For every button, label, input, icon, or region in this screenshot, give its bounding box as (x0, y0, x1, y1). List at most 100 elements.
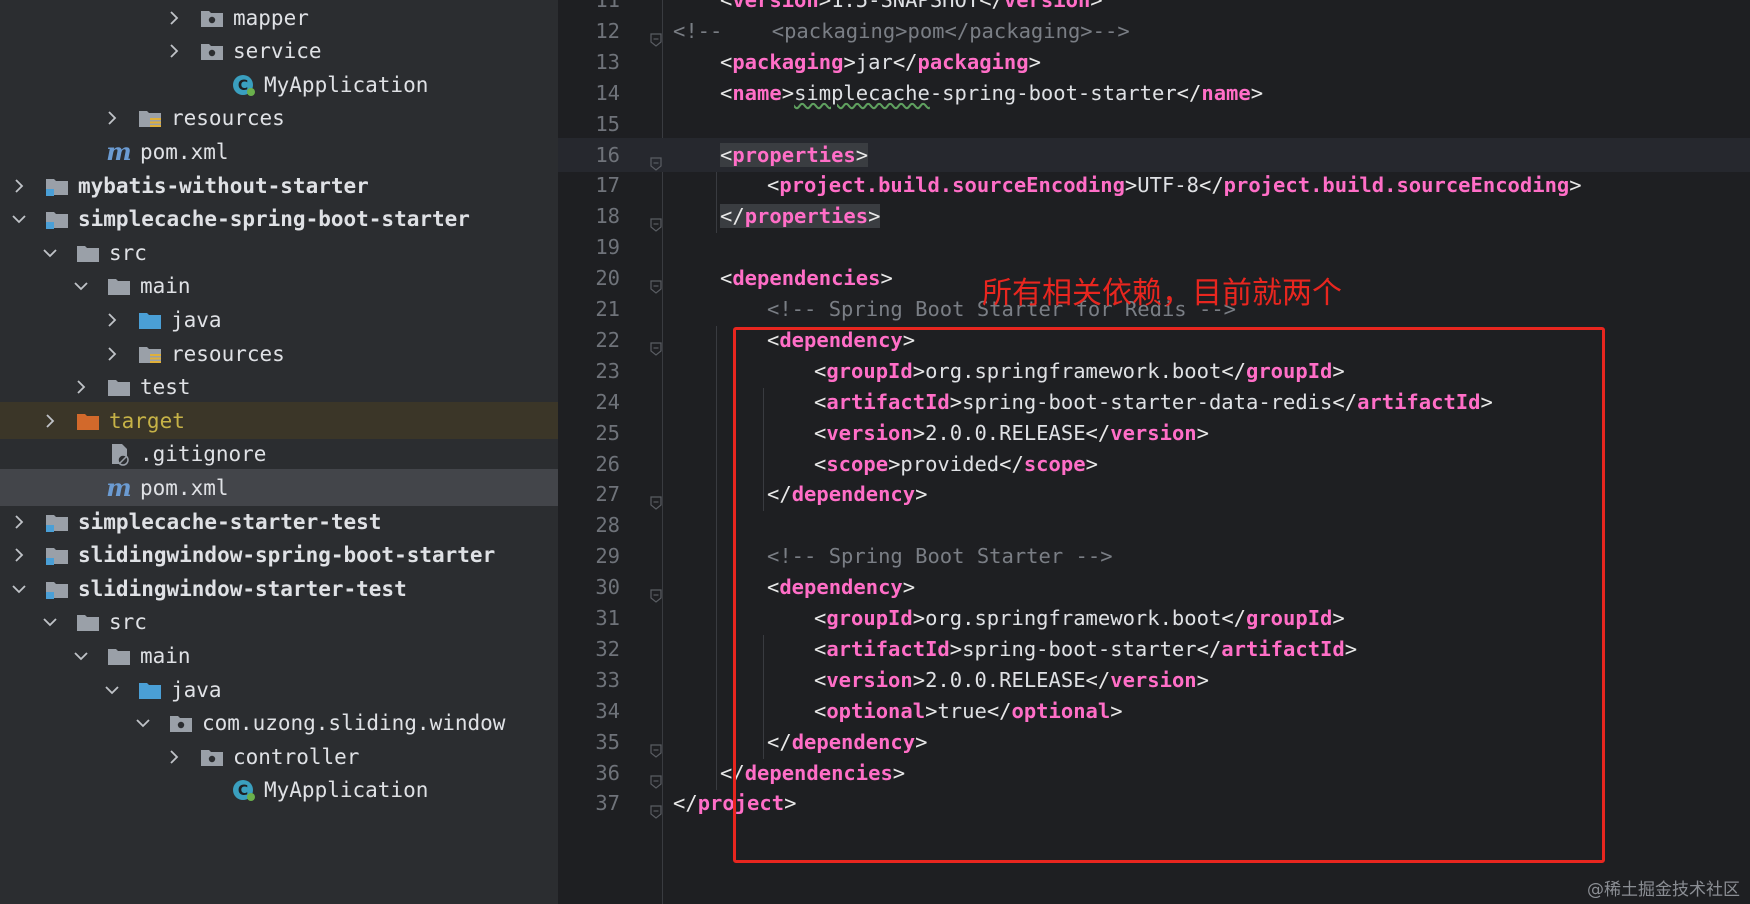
spring-class-icon: C (230, 73, 256, 97)
chevron-down-icon[interactable] (8, 208, 30, 230)
fold-marker-icon[interactable] (650, 765, 662, 789)
fold-marker-icon[interactable] (650, 486, 662, 511)
chevron-down-icon[interactable] (39, 611, 61, 633)
line-number: 23 (595, 358, 620, 383)
fold-marker-icon[interactable] (650, 208, 662, 233)
fold-marker-icon[interactable] (650, 147, 662, 171)
chevron-right-icon[interactable] (101, 309, 123, 331)
tree-row[interactable]: java (0, 671, 558, 708)
tree-row-label: slidingwindow-starter-test (78, 576, 407, 601)
code-line[interactable]: 12 <!-- <packaging>pom</packaging>--> (558, 14, 1750, 48)
chevron-right-icon[interactable] (8, 511, 30, 533)
code-text[interactable]: <name>simplecache-spring-boot-starter</n… (720, 76, 1263, 110)
tree-row[interactable]: test (0, 369, 558, 406)
tree-row[interactable]: simplecache-spring-boot-starter (0, 201, 558, 238)
chevron-down-icon[interactable] (70, 275, 92, 297)
line-number: 14 (595, 80, 620, 105)
package-icon (199, 745, 225, 769)
line-number: 24 (595, 389, 620, 414)
tree-row[interactable]: resources (0, 100, 558, 137)
code-line[interactable]: 14 <name>simplecache-spring-boot-starter<… (558, 76, 1750, 110)
line-number: 26 (595, 451, 620, 476)
tree-row-label: mybatis-without-starter (78, 173, 369, 198)
code-text[interactable]: </properties> (720, 199, 881, 233)
tree-row-label: main (140, 274, 191, 299)
line-number: 25 (595, 420, 620, 445)
tree-row[interactable]: mapper (0, 0, 558, 36)
tree-row-label: controller (233, 744, 360, 769)
chevron-right-icon[interactable] (39, 410, 61, 432)
tree-row[interactable]: src (0, 604, 558, 641)
tree-row[interactable]: main (0, 268, 558, 305)
watermark: @稀土掘金技术社区 (1587, 880, 1740, 900)
tree-row[interactable]: simplecache-starter-test (0, 503, 558, 540)
line-number: 36 (595, 760, 620, 785)
line-number: 19 (595, 235, 620, 260)
code-line[interactable]: 18 </properties> (558, 199, 1750, 233)
resources-folder-icon (137, 106, 163, 130)
tree-row[interactable]: slidingwindow-spring-boot-starter (0, 537, 558, 574)
code-text[interactable]: <project.build.sourceEncoding>UTF-8</pro… (767, 168, 1582, 202)
chevron-right-icon[interactable] (163, 746, 185, 768)
chevron-down-icon[interactable] (101, 679, 123, 701)
chevron-down-icon[interactable] (8, 578, 30, 600)
code-text[interactable]: <properties> (720, 138, 869, 172)
fold-marker-icon[interactable] (650, 23, 662, 47)
tree-row[interactable]: m pom.xml (0, 469, 558, 507)
tree-row-label: slidingwindow-spring-boot-starter (78, 543, 496, 568)
code-text[interactable]: <!-- <packaging>pom</packaging>--> (673, 14, 1130, 48)
code-line[interactable]: 13 <packaging>jar</packaging> (558, 45, 1750, 79)
tree-row[interactable]: target (0, 402, 558, 440)
package-icon (199, 39, 225, 63)
chevron-right-icon[interactable] (101, 343, 123, 365)
folder-icon (106, 644, 132, 668)
fold-marker-icon[interactable] (650, 795, 662, 820)
spring-class-icon: C (230, 778, 256, 802)
chevron-right-icon[interactable] (101, 107, 123, 129)
code-line[interactable]: 16 <properties> (558, 137, 1750, 172)
tree-row-label: MyApplication (264, 778, 429, 803)
chevron-right-icon[interactable] (163, 7, 185, 29)
fold-marker-icon[interactable] (650, 332, 662, 356)
code-text[interactable]: <dependencies> (720, 261, 893, 295)
tree-row[interactable]: mybatis-without-starter (0, 167, 558, 204)
tree-row[interactable]: m pom.xml (0, 133, 558, 170)
chevron-right-icon[interactable] (8, 544, 30, 566)
tree-row[interactable]: resources (0, 335, 558, 372)
tree-row[interactable]: com.uzong.sliding.window (0, 705, 558, 742)
folder-icon (106, 274, 132, 298)
chevron-right-icon[interactable] (70, 376, 92, 398)
tree-row[interactable]: slidingwindow-starter-test (0, 570, 558, 607)
fold-marker-icon[interactable] (650, 734, 662, 758)
tree-row[interactable]: service (0, 33, 558, 70)
line-number: 20 (595, 266, 620, 291)
tree-row[interactable]: C MyApplication (0, 772, 558, 809)
tree-row-label: java (171, 677, 222, 702)
module-icon (44, 510, 70, 534)
tree-row[interactable]: main (0, 637, 558, 674)
chevron-right-icon[interactable] (8, 175, 30, 197)
chevron-down-icon[interactable] (132, 712, 154, 734)
chevron-down-icon[interactable] (70, 645, 92, 667)
tree-row-label: com.uzong.sliding.window (202, 711, 506, 736)
chevron-down-icon[interactable] (39, 242, 61, 264)
code-line[interactable]: 17 <project.build.sourceEncoding>UTF-8</p… (558, 168, 1750, 202)
package-icon (199, 6, 225, 30)
fold-marker-icon[interactable] (650, 579, 662, 603)
tree-row-label: pom.xml (140, 475, 229, 500)
module-icon (44, 577, 70, 601)
code-line[interactable]: 19 (558, 230, 1750, 264)
tree-row[interactable]: controller (0, 738, 558, 775)
excluded-folder-icon (75, 409, 101, 433)
fold-marker-icon[interactable] (650, 270, 662, 294)
code-line[interactable]: 15 (558, 107, 1750, 141)
tree-row[interactable]: java (0, 301, 558, 338)
chevron-right-icon[interactable] (163, 40, 185, 62)
tree-row[interactable]: src (0, 234, 558, 271)
module-icon (44, 207, 70, 231)
code-text[interactable]: <packaging>jar</packaging> (720, 45, 1041, 79)
line-number: 22 (595, 327, 620, 352)
maven-icon: m (106, 473, 132, 503)
tree-row[interactable]: .gitignore (0, 436, 558, 473)
tree-row[interactable]: C MyApplication (0, 66, 558, 103)
